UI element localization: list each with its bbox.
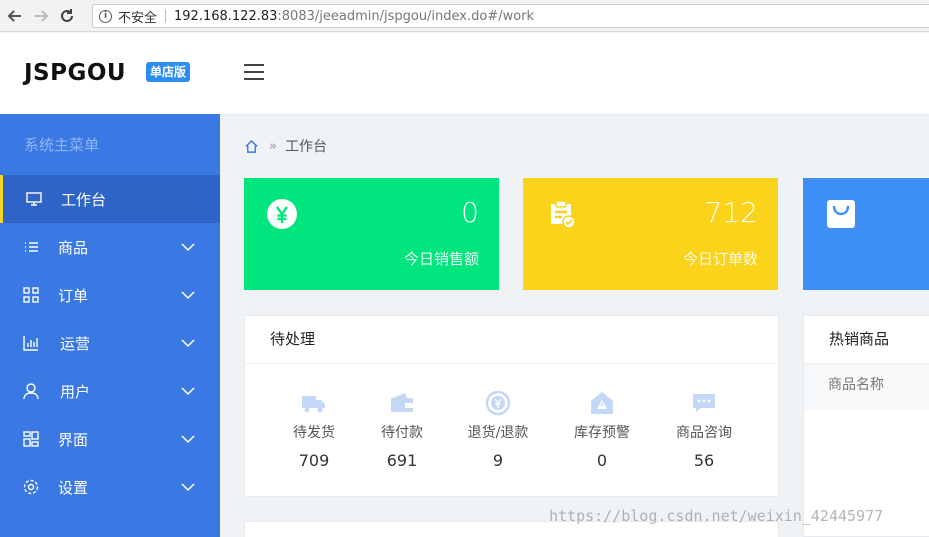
sidebar: 系统主菜单 工作台 商品 订单 运营 用户 界面 设置: [0, 114, 220, 537]
pending-item-to-pay[interactable]: 待付款 691: [357, 390, 447, 470]
browser-toolbar: i 不安全 192.168.122.83:8083/jeeadmin/jspgo…: [0, 0, 929, 32]
user-icon: [23, 383, 39, 400]
menu-toggle-icon[interactable]: [244, 64, 264, 80]
chevron-down-icon: [181, 339, 195, 348]
layout-icon: [23, 431, 39, 447]
pending-item-value: 9: [492, 451, 504, 470]
sidebar-item-label: 商品: [58, 238, 89, 257]
yen-icon: [267, 199, 297, 229]
gear-icon: [23, 479, 39, 495]
info-icon[interactable]: i: [99, 9, 112, 23]
forward-button[interactable]: [30, 5, 52, 27]
truck-icon: [302, 396, 325, 413]
pending-item-consult[interactable]: 商品咨询 56: [659, 390, 749, 470]
breadcrumb-current: 工作台: [284, 139, 327, 155]
breadcrumb: » 工作台: [244, 136, 327, 156]
pending-panel: 待处理 待发货 709 待付款 691 退货/退款 9 库存预警 0 商品咨询 …: [244, 315, 779, 497]
sidebar-item-orders[interactable]: 订单: [0, 271, 220, 319]
sidebar-item-label: 设置: [58, 478, 89, 497]
hot-products-column-header: 商品名称: [804, 364, 929, 410]
pending-item-label: 待付款: [381, 425, 423, 441]
hot-products-panel: 热销商品 商品名称: [803, 315, 929, 537]
chevron-down-icon: [181, 483, 195, 492]
sidebar-item-users[interactable]: 用户: [0, 367, 220, 415]
sidebar-item-label: 用户: [60, 382, 91, 401]
stat-label: 今日订单数: [682, 250, 758, 268]
breadcrumb-separator: »: [269, 138, 277, 154]
hot-products-title: 热销商品: [804, 316, 929, 364]
reload-icon: [61, 8, 73, 22]
bar-chart-icon: [23, 336, 38, 351]
pending-item-value: 56: [693, 451, 715, 470]
pending-items: 待发货 709 待付款 691 退货/退款 9 库存预警 0 商品咨询 56: [245, 390, 778, 480]
app-header: JSPGOU 单店版: [0, 33, 929, 114]
edition-badge: 单店版: [146, 62, 191, 82]
pending-item-value: 709: [298, 451, 330, 470]
pending-item-stock-alert[interactable]: 库存预警 0: [557, 390, 647, 470]
clipboard-check-icon: [551, 200, 576, 229]
pending-item-refund[interactable]: 退货/退款 9: [453, 390, 543, 470]
stat-card-third[interactable]: [803, 178, 929, 290]
reload-button[interactable]: [56, 5, 78, 27]
sidebar-item-label: 订单: [58, 286, 89, 305]
sidebar-item-label: 界面: [58, 430, 89, 449]
sidebar-title: 系统主菜单: [24, 136, 100, 154]
watermark: https://blog.csdn.net/weixin_42445977: [549, 507, 884, 525]
bag-icon: [827, 200, 855, 228]
address-divider: [165, 9, 167, 23]
pending-item-label: 商品咨询: [676, 425, 732, 441]
sidebar-item-settings[interactable]: 设置: [0, 463, 220, 511]
sidebar-item-operations[interactable]: 运营: [0, 319, 220, 367]
pending-item-to-ship[interactable]: 待发货 709: [269, 390, 359, 470]
stat-value: 0: [461, 196, 479, 229]
sidebar-item-products[interactable]: 商品: [0, 223, 220, 271]
list-icon: [25, 242, 38, 252]
url-path: :8083/jeeadmin/jspgou/index.do#/work: [277, 8, 535, 24]
chevron-down-icon: [181, 435, 195, 444]
monitor-icon: [26, 192, 42, 206]
arrow-right-icon: [35, 9, 49, 22]
sidebar-item-interface[interactable]: 界面: [0, 415, 220, 463]
stat-value: 712: [704, 196, 758, 229]
pending-item-label: 退货/退款: [467, 425, 529, 441]
sidebar-item-label: 运营: [60, 334, 91, 353]
security-label: 不安全: [118, 10, 158, 26]
pending-item-label: 待发货: [293, 425, 335, 441]
home-icon[interactable]: [244, 139, 259, 154]
url-host: 192.168.122.83: [174, 8, 278, 24]
sidebar-item-workbench[interactable]: 工作台: [0, 175, 220, 223]
chat-icon: [693, 394, 715, 412]
pending-item-value: 691: [386, 451, 418, 470]
logo: JSPGOU: [24, 60, 127, 86]
stat-card-sales[interactable]: 0 今日销售额: [244, 178, 499, 290]
stat-label: 今日销售额: [403, 250, 479, 268]
address-bar[interactable]: i 不安全 192.168.122.83:8083/jeeadmin/jspgo…: [92, 4, 929, 28]
pending-panel-title: 待处理: [245, 316, 778, 364]
arrow-left-icon: [7, 9, 21, 22]
grid-icon: [23, 287, 39, 303]
stat-card-orders[interactable]: 712 今日订单数: [523, 178, 778, 290]
chevron-down-icon: [181, 291, 195, 300]
refund-icon: [485, 390, 511, 416]
pending-item-label: 库存预警: [574, 425, 630, 441]
pending-item-value: 0: [596, 451, 608, 470]
wallet-icon: [391, 393, 413, 412]
chevron-down-icon: [181, 387, 195, 396]
warning-icon: [591, 392, 613, 414]
sidebar-item-label: 工作台: [61, 190, 107, 209]
back-button[interactable]: [4, 5, 26, 27]
chevron-down-icon: [181, 243, 195, 252]
